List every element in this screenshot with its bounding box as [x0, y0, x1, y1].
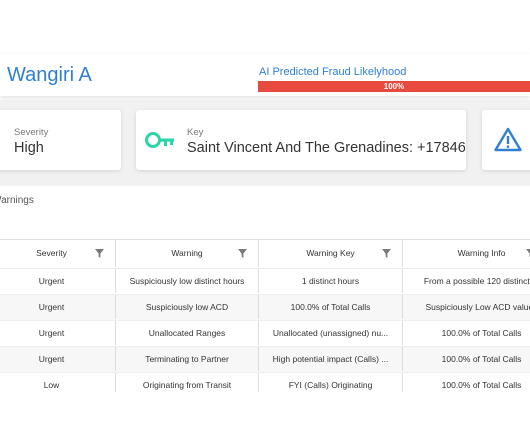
filter-icon[interactable] — [95, 249, 104, 258]
table-row[interactable]: Urgent Suspiciously low ACD 100.0% of To… — [0, 294, 530, 320]
column-header-warning-key[interactable]: Warning Key — [259, 240, 403, 267]
cell-warning: Unallocated Ranges — [116, 321, 259, 345]
key-value: Saint Vincent And The Grenadines: +17846 — [187, 140, 466, 156]
alert-card — [482, 110, 530, 170]
case-header: Wangiri A AI Predicted Fraud Likelyhood … — [0, 54, 530, 96]
cell-warning-info: Suspiciously Low ACD values — [425, 302, 530, 312]
table-row[interactable]: Urgent Unallocated Ranges Unallocated (u… — [0, 320, 530, 346]
table-row[interactable]: Low Originating from Transit FYI (Calls)… — [0, 372, 530, 392]
summary-cards: Severity High Key Saint Vincent And The … — [0, 100, 530, 186]
column-header-warning[interactable]: Warning — [116, 240, 259, 267]
key-label: Key — [187, 127, 204, 138]
severity-label: Severity — [14, 127, 49, 138]
fraud-likelihood-label: AI Predicted Fraud Likelyhood — [259, 66, 407, 78]
cell-warning-info: From a possible 120 distinct ... — [423, 276, 530, 286]
cell-warning: Suspiciously low ACD — [116, 295, 259, 319]
severity-value: High — [14, 140, 44, 156]
filter-icon[interactable] — [526, 249, 530, 258]
cell-severity: Low — [0, 373, 116, 392]
table-header: Severity Warning Warning Key Warning Inf… — [0, 240, 530, 267]
cell-warning: Suspiciously low distinct hours — [116, 269, 259, 293]
cell-warning: Terminating to Partner — [116, 347, 259, 371]
fraud-likelihood-bar: 100% — [258, 81, 530, 92]
cell-severity: Urgent — [0, 347, 116, 371]
cell-warning-info: 100.0% of Total Calls — [441, 380, 522, 390]
case-title: Wangiri A — [7, 64, 92, 86]
column-header-label: Warning — [171, 248, 203, 258]
cell-severity: Urgent — [0, 295, 116, 319]
column-header-label: Warning Key — [306, 248, 355, 258]
cell-severity: Urgent — [0, 269, 116, 293]
cell-warning-key: 1 distinct hours — [259, 269, 403, 293]
table-row[interactable]: Urgent Suspiciously low distinct hours 1… — [0, 268, 530, 294]
filter-icon[interactable] — [382, 249, 391, 258]
warning-icon — [494, 127, 522, 152]
key-icon — [145, 132, 174, 148]
warnings-table: Severity Warning Warning Key Warning Inf… — [0, 239, 530, 392]
column-header-warning-info[interactable]: Warning Info — [403, 240, 530, 267]
warnings-section-title: Warnings — [0, 195, 34, 206]
column-header-label: Severity — [36, 248, 67, 258]
severity-card: Severity High — [0, 110, 121, 170]
table-body: Urgent Suspiciously low distinct hours 1… — [0, 268, 530, 392]
filter-icon[interactable] — [238, 249, 247, 258]
cell-warning-info: 100.0% of Total Calls — [441, 328, 522, 338]
cell-warning-info: 100.0% of Total Calls — [441, 354, 522, 364]
cell-warning-key: Unallocated (unassigned) nu... — [259, 321, 403, 345]
cell-warning: Originating from Transit — [116, 373, 259, 392]
cell-warning-key: 100.0% of Total Calls — [259, 295, 403, 319]
key-card: Key Saint Vincent And The Grenadines: +1… — [136, 110, 466, 170]
cell-warning-key: High potential impact (Calls) ... — [259, 347, 403, 371]
cell-severity: Urgent — [0, 321, 116, 345]
cell-warning-key: FYI (Calls) Originating — [259, 373, 403, 392]
column-header-severity[interactable]: Severity — [0, 240, 116, 267]
column-header-label: Warning Info — [457, 248, 506, 258]
table-row[interactable]: Urgent Terminating to Partner High poten… — [0, 346, 530, 372]
fraud-likelihood-percent: 100% — [383, 82, 405, 91]
